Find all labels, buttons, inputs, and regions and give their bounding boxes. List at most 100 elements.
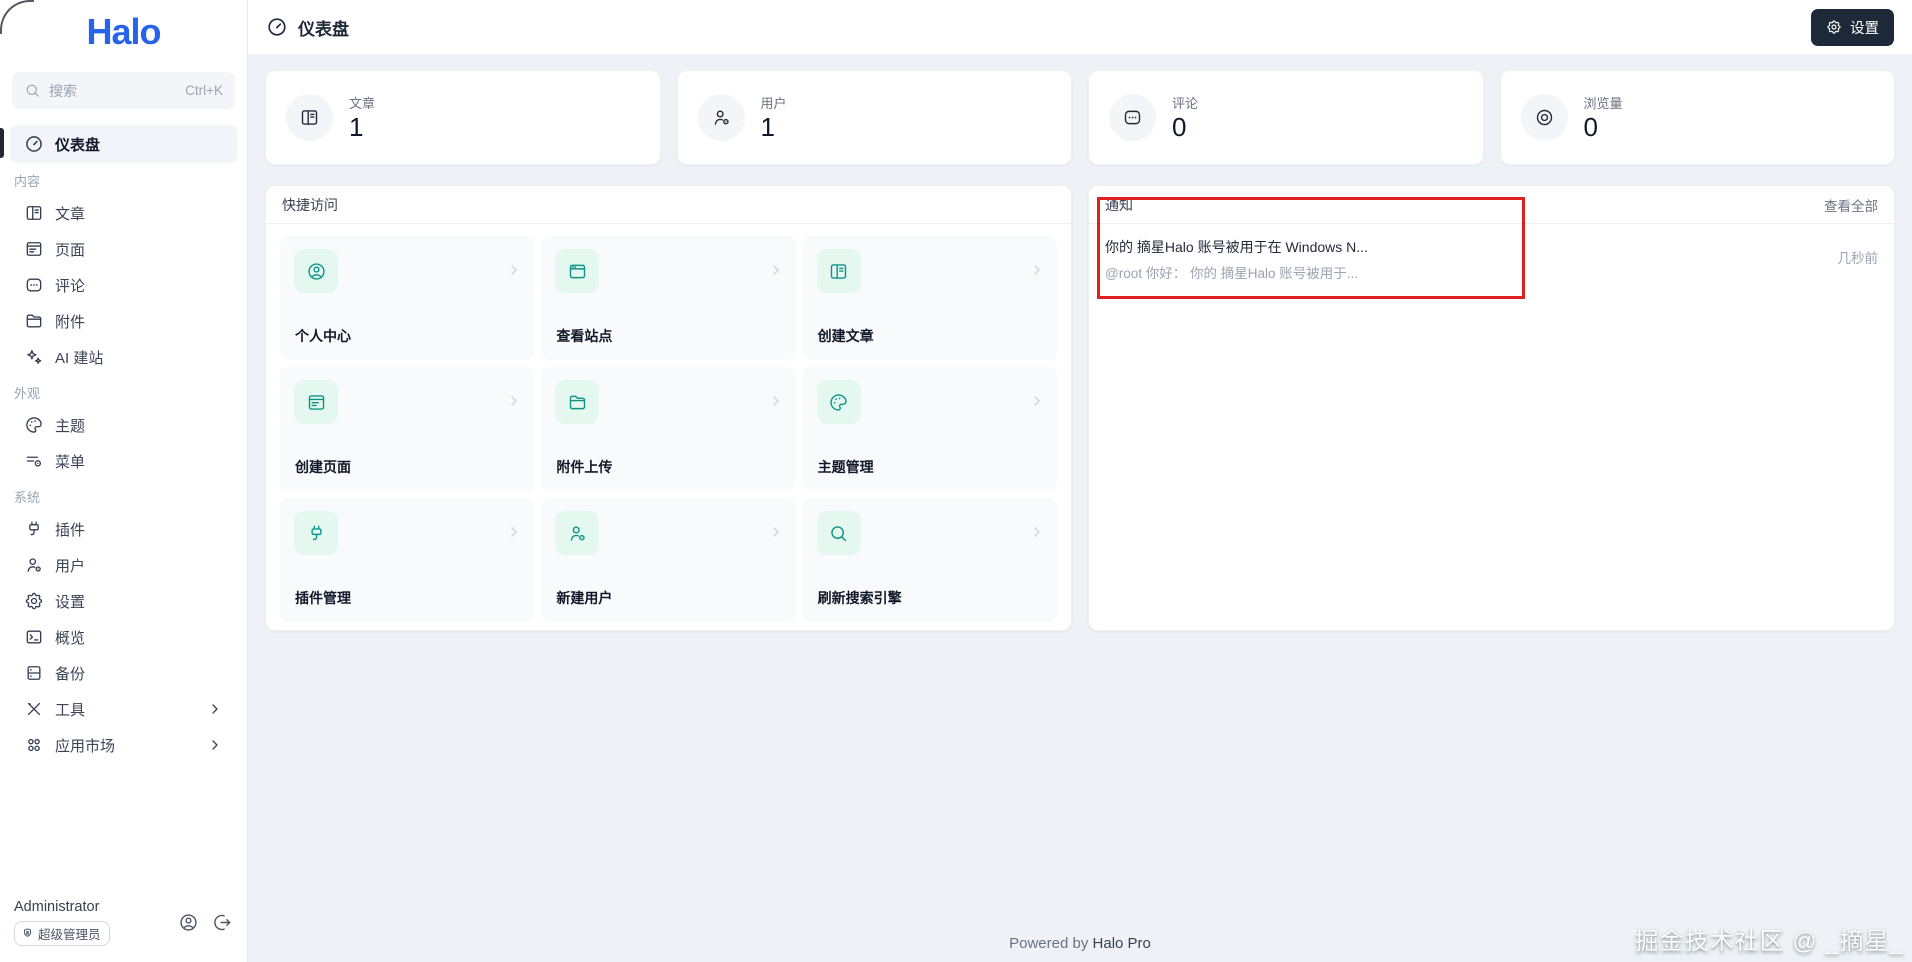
sidebar-item-label: 页面 [55, 241, 86, 259]
grid-icon [28, 738, 40, 752]
logo-text: Halo [86, 11, 161, 52]
sidebar-item-label: AI 建站 [55, 349, 104, 367]
comments-icon [1109, 94, 1156, 141]
settings-button-label: 设置 [1850, 20, 1879, 37]
watermark: 掘金技术社区 @ _摘星_ [1634, 928, 1904, 955]
sidebar-item-label: 概览 [55, 629, 86, 647]
plug-icon [294, 511, 338, 555]
sidebar-item-settings[interactable]: 设置 [10, 583, 237, 619]
logo[interactable]: Halo [0, 0, 247, 64]
gauge-icon [268, 18, 286, 36]
quick-tile-profile[interactable]: 个人中心 [280, 236, 535, 360]
chevron-right-icon [768, 393, 784, 409]
shield-icon [23, 928, 32, 937]
search-input[interactable] [49, 82, 178, 99]
quick-tile-label: 附件上传 [556, 459, 613, 475]
quick-tile-label: 创建文章 [817, 328, 874, 344]
plug-icon [29, 521, 39, 536]
stat-label: 浏览量 [1583, 95, 1623, 111]
gear-icon [25, 592, 43, 610]
search-icon [24, 82, 41, 99]
quick-tile-view-site[interactable]: 查看站点 [541, 236, 796, 360]
sidebar-item-themes[interactable]: 主题 [10, 407, 237, 443]
stat-card-views: 浏览量 0 [1499, 70, 1895, 165]
sidebar-item-label: 设置 [55, 593, 86, 611]
notification-item[interactable]: 你的 摘星Halo 账号被用于在 Windows N... @root 你好： … [1089, 224, 1894, 282]
gear-icon [1827, 20, 1841, 34]
sidebar-item-label: 评论 [55, 277, 86, 295]
view-all-link[interactable]: 查看全部 [1824, 195, 1878, 215]
dashboard-settings-button[interactable]: 设置 [1811, 8, 1894, 46]
quick-tile-label: 插件管理 [295, 590, 351, 606]
quick-tile-label: 个人中心 [295, 328, 351, 344]
sidebar-item-users[interactable]: 用户 [10, 547, 237, 583]
sidebar-item-comments[interactable]: 评论 [10, 267, 237, 303]
quick-tile-new-user[interactable]: 新建用户 [541, 498, 796, 622]
palette-icon [816, 380, 861, 424]
product-link[interactable]: Halo Pro [1093, 935, 1151, 952]
sidebar-item-posts[interactable]: 文章 [10, 195, 237, 231]
search-box[interactable]: Ctrl+K [12, 72, 235, 109]
chevron-right-icon [506, 393, 522, 409]
stat-card-comments: 评论 0 [1088, 70, 1484, 165]
main-area: 仪表盘 设置 文章 1 用户 1 评论 0 浏览量 0 快捷访问 个人中心 查看… [248, 0, 1912, 962]
nav-section-appearance: 外观 [14, 386, 41, 401]
sidebar-item-dashboard[interactable]: 仪表盘 [10, 125, 237, 163]
sidebar-item-attachments[interactable]: 附件 [10, 303, 237, 339]
sidebar-item-label: 附件 [55, 313, 86, 331]
nav-section-system: 系统 [14, 490, 41, 505]
stat-label: 文章 [349, 95, 376, 111]
user-gear-icon [555, 511, 600, 555]
search-shortcut: Ctrl+K [185, 83, 223, 98]
user-profile-icon[interactable] [178, 912, 199, 933]
quick-tile-refresh-search-engine[interactable]: 刷新搜索引擎 [802, 498, 1057, 622]
notification-description: @root 你好： 你的 摘星Halo 账号被用于... [1105, 266, 1358, 281]
pages-icon [294, 380, 338, 424]
user-area: Administrator 超级管理员 [0, 887, 247, 962]
halo-admin-app: Halo Ctrl+K 仪表盘 内容 文章 页面 [0, 0, 1912, 962]
sidebar-item-app-market[interactable]: 应用市场 [10, 727, 237, 763]
quick-tile-create-post[interactable]: 创建文章 [802, 236, 1057, 360]
quick-access-grid: 个人中心 查看站点 创建文章 创建页面 附件上传 主题管理 插件管理 新建用户 … [266, 224, 1071, 630]
folder-icon [26, 314, 42, 328]
sidebar-item-backup[interactable]: 备份 [10, 655, 237, 691]
sidebar-item-menus[interactable]: 菜单 [10, 443, 237, 479]
sidebar-item-label: 用户 [55, 557, 86, 575]
stat-label: 评论 [1172, 95, 1199, 111]
chevron-right-icon [768, 524, 784, 540]
chevron-right-icon [768, 262, 784, 278]
active-item-indicator [0, 128, 4, 158]
pages-icon [26, 242, 42, 256]
stat-value: 1 [349, 111, 364, 142]
stat-label: 用户 [760, 95, 787, 111]
quick-tile-plugin-management[interactable]: 插件管理 [280, 498, 535, 622]
chevron-right-icon [1029, 262, 1045, 278]
chevron-right-icon [506, 262, 522, 278]
user-circle-icon [294, 249, 338, 293]
stats-row: 文章 1 用户 1 评论 0 浏览量 0 [265, 70, 1895, 165]
chevron-right-icon [506, 524, 522, 540]
quick-tile-create-page[interactable]: 创建页面 [280, 367, 535, 491]
stat-value: 0 [1172, 111, 1187, 142]
user-name: Administrator [14, 899, 100, 915]
quick-tile-label: 查看站点 [556, 328, 613, 344]
logout-icon[interactable] [212, 912, 233, 933]
user-gear-icon [27, 558, 41, 572]
sidebar-item-overview[interactable]: 概览 [10, 619, 237, 655]
chevron-right-icon [207, 737, 223, 753]
quick-tile-theme-management[interactable]: 主题管理 [802, 367, 1057, 491]
quick-access-header: 快捷访问 [266, 186, 1071, 224]
quick-tile-label: 主题管理 [817, 459, 874, 475]
page-title: 仪表盘 [266, 15, 349, 40]
sidebar-item-tools[interactable]: 工具 [10, 691, 237, 727]
user-gear-icon [697, 94, 745, 141]
sidebar-item-pages[interactable]: 页面 [10, 231, 237, 267]
gauge-icon [26, 136, 42, 152]
quick-tile-upload-attachment[interactable]: 附件上传 [541, 367, 796, 491]
menu-settings-icon [26, 456, 42, 467]
notification-title: 你的 摘星Halo 账号被用于在 Windows N... [1105, 239, 1368, 255]
sidebar-item-ai-builder[interactable]: 主题 AI 建站 [10, 339, 237, 375]
sidebar-item-plugins[interactable]: 插件 [10, 511, 237, 547]
posts-icon [26, 206, 42, 220]
chevron-right-icon [1029, 393, 1045, 409]
